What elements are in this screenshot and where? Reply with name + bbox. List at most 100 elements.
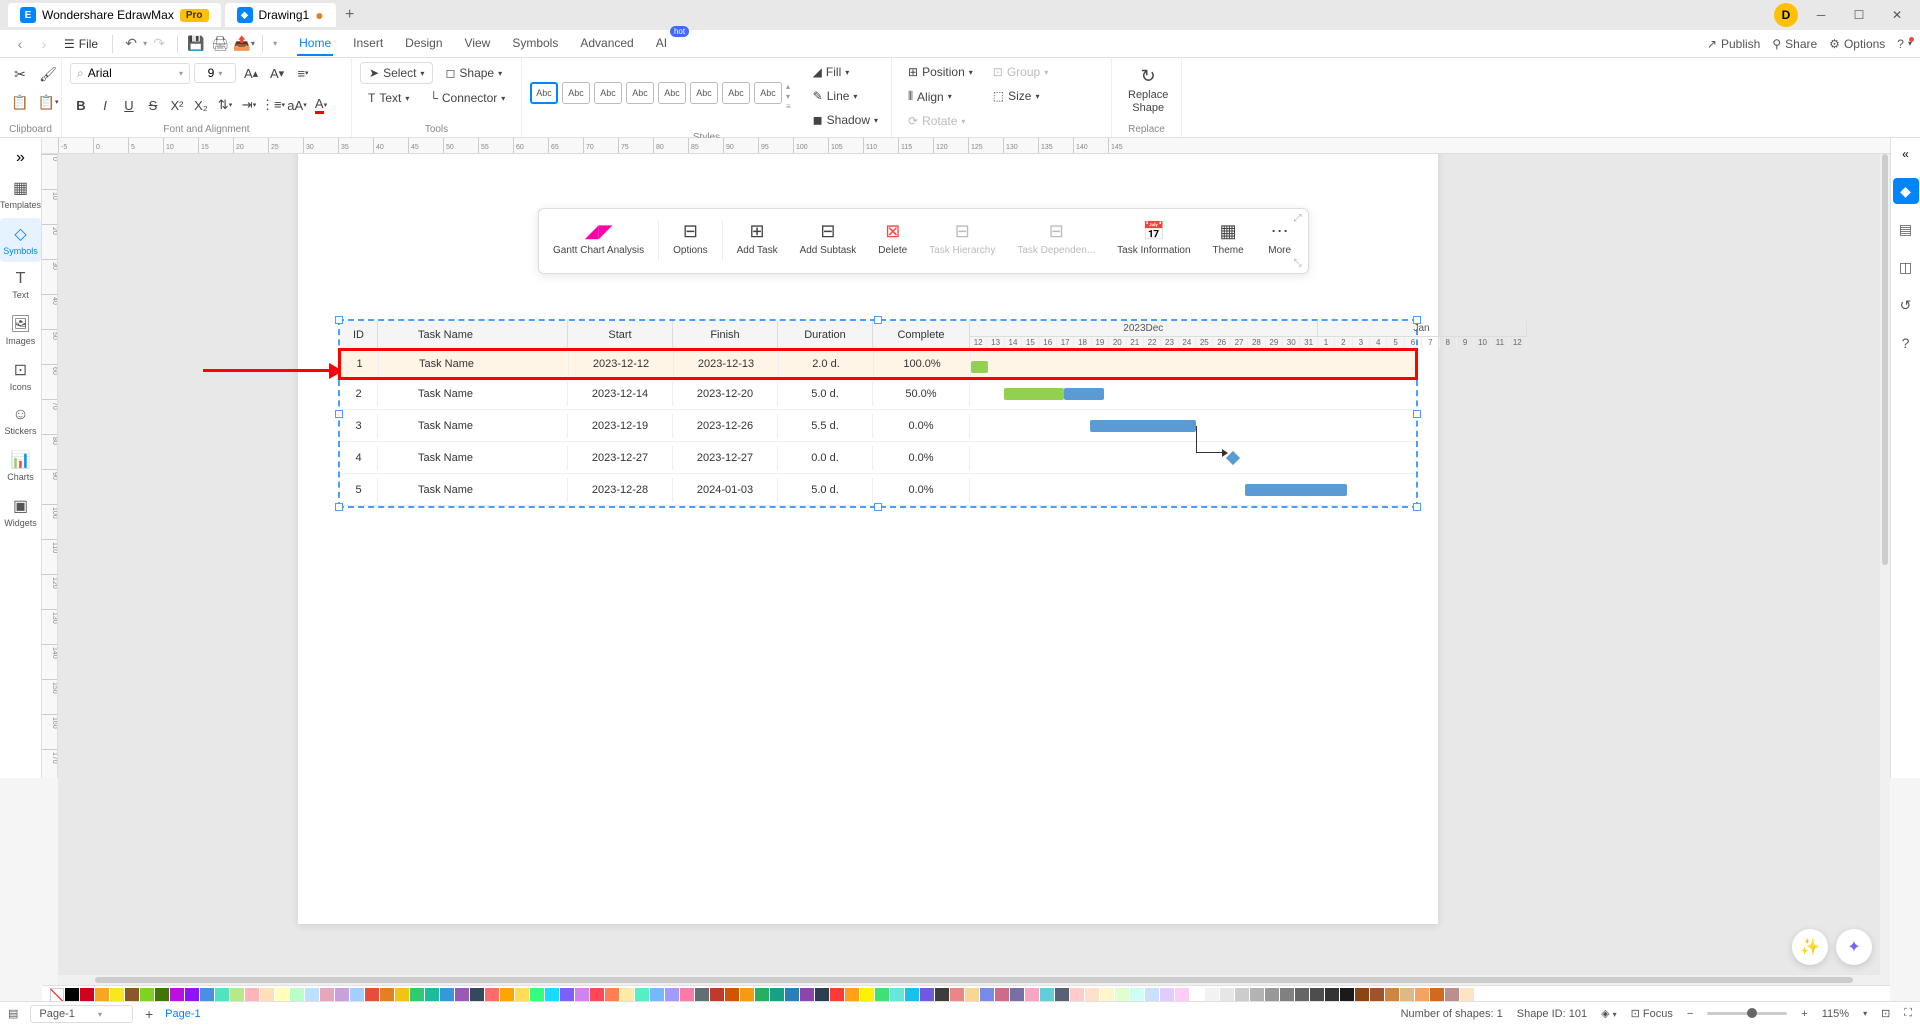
superscript-button[interactable]: X² <box>166 94 188 116</box>
color-swatch[interactable] <box>1085 988 1099 1002</box>
add-page-button[interactable]: + <box>145 1006 153 1022</box>
color-swatch[interactable] <box>1340 988 1354 1002</box>
group-button[interactable]: ⊡Group▾ <box>985 62 1056 82</box>
canvas-area[interactable]: ⤢ ⤡ ◢◤Gantt Chart Analysis ⊟Options ⊞Add… <box>58 154 1890 975</box>
sidebar-expand-button[interactable]: » <box>0 146 41 170</box>
color-swatch[interactable] <box>845 988 859 1002</box>
color-swatch[interactable] <box>1400 988 1414 1002</box>
user-avatar[interactable]: D <box>1774 3 1798 27</box>
cell-complete[interactable]: 100.0% <box>874 352 971 376</box>
color-swatch[interactable] <box>335 988 349 1002</box>
color-swatch[interactable] <box>380 988 394 1002</box>
color-swatch[interactable] <box>230 988 244 1002</box>
color-swatch[interactable] <box>470 988 484 1002</box>
rside-help-button[interactable]: ? <box>1893 330 1919 356</box>
cell-name[interactable]: Task Name <box>378 382 568 406</box>
help-button[interactable]: ? ▾ <box>1897 37 1912 51</box>
color-swatch[interactable] <box>995 988 1009 1002</box>
cell-complete[interactable]: 0.0% <box>873 446 970 470</box>
color-swatch[interactable] <box>290 988 304 1002</box>
gantt-row[interactable]: 4 Task Name 2023-12-27 2023-12-27 0.0 d.… <box>340 442 1416 474</box>
rside-history-button[interactable]: ↺ <box>1893 292 1919 318</box>
selection-handle[interactable] <box>1413 316 1421 324</box>
style-preset-2[interactable]: Abc <box>562 82 590 104</box>
style-preset-6[interactable]: Abc <box>690 82 718 104</box>
color-swatch[interactable] <box>860 988 874 1002</box>
document-tab[interactable]: ⬥ Drawing1 ● <box>225 3 336 27</box>
selection-handle[interactable] <box>335 410 343 418</box>
cell-duration[interactable]: 2.0 d. <box>779 352 874 376</box>
styles-scroll-up[interactable]: ▴ <box>786 82 791 91</box>
italic-button[interactable]: I <box>94 94 116 116</box>
task-dependency-button[interactable]: ⊟Task Dependen... <box>1007 217 1105 265</box>
color-swatch[interactable] <box>80 988 94 1002</box>
bullets-button[interactable]: ⋮≡▾ <box>262 94 284 116</box>
color-swatch[interactable] <box>215 988 229 1002</box>
color-swatch[interactable] <box>425 988 439 1002</box>
shape-button[interactable]: ◻ Shape ▾ <box>437 62 510 84</box>
size-button[interactable]: ⬚Size▾ <box>985 86 1056 106</box>
cell-start[interactable]: 2023-12-19 <box>568 414 673 438</box>
color-swatch[interactable] <box>140 988 154 1002</box>
color-swatch[interactable] <box>890 988 904 1002</box>
gantt-bar[interactable] <box>1090 420 1196 432</box>
cell-complete[interactable]: 0.0% <box>873 414 970 438</box>
color-swatch[interactable] <box>515 988 529 1002</box>
color-swatch[interactable] <box>920 988 934 1002</box>
rside-fill-button[interactable]: ◆ <box>1893 178 1919 204</box>
color-swatch[interactable] <box>65 988 79 1002</box>
cell-name[interactable]: Task Name <box>379 352 569 376</box>
sidebar-item-images[interactable]: 🖼Images <box>0 308 41 352</box>
color-swatch[interactable] <box>305 988 319 1002</box>
sidebar-item-charts[interactable]: 📊Charts <box>0 444 41 488</box>
color-swatch[interactable] <box>410 988 424 1002</box>
color-swatch[interactable] <box>1265 988 1279 1002</box>
color-swatch[interactable] <box>665 988 679 1002</box>
tab-view[interactable]: View <box>463 32 493 56</box>
color-swatch[interactable] <box>1430 988 1444 1002</box>
cell-start[interactable]: 2023-12-27 <box>568 446 673 470</box>
minimize-button[interactable]: ─ <box>1806 3 1836 27</box>
gantt-row[interactable]: 2 Task Name 2023-12-14 2023-12-20 5.0 d.… <box>340 378 1416 410</box>
text-case-button[interactable]: aA▾ <box>286 94 308 116</box>
cell-complete[interactable]: 50.0% <box>873 382 970 406</box>
fit-page-button[interactable]: ⊡ <box>1881 1007 1890 1020</box>
tab-insert[interactable]: Insert <box>351 32 385 56</box>
gantt-bar-area[interactable] <box>970 474 1416 505</box>
gantt-bar-area[interactable] <box>970 410 1416 441</box>
gantt-options-button[interactable]: ⊟Options <box>663 217 717 265</box>
color-swatch[interactable] <box>500 988 514 1002</box>
color-swatch[interactable] <box>1310 988 1324 1002</box>
color-swatch[interactable] <box>1025 988 1039 1002</box>
cell-duration[interactable]: 5.0 d. <box>778 382 873 406</box>
color-swatch[interactable] <box>770 988 784 1002</box>
gantt-row[interactable]: 3 Task Name 2023-12-19 2023-12-26 5.5 d.… <box>340 410 1416 442</box>
bold-button[interactable]: B <box>70 94 92 116</box>
sidebar-item-stickers[interactable]: ☺Stickers <box>0 400 41 442</box>
cell-start[interactable]: 2023-12-12 <box>569 352 674 376</box>
outline-icon[interactable]: ▤ <box>8 1007 18 1020</box>
gantt-row[interactable]: 1 Task Name 2023-12-12 2023-12-13 2.0 d.… <box>338 348 1418 380</box>
scrollbar-horizontal[interactable] <box>58 975 1890 985</box>
tab-home[interactable]: Home <box>297 32 333 56</box>
color-swatch[interactable] <box>1325 988 1339 1002</box>
scrollbar-vertical[interactable] <box>1880 154 1890 975</box>
gantt-chart[interactable]: ID Task Name Start Finish Duration Compl… <box>338 319 1418 508</box>
color-swatch[interactable] <box>1460 988 1474 1002</box>
color-swatch[interactable] <box>1160 988 1174 1002</box>
cell-finish[interactable]: 2023-12-20 <box>673 382 778 406</box>
print-button[interactable]: 🖨 <box>208 32 232 56</box>
connector-button[interactable]: └ Connector ▾ <box>421 88 513 108</box>
cell-start[interactable]: 2023-12-28 <box>568 478 673 502</box>
rside-page-button[interactable]: ▤ <box>1893 216 1919 242</box>
color-swatch[interactable] <box>935 988 949 1002</box>
styles-scroll-down[interactable]: ▾ <box>786 92 791 101</box>
color-swatch[interactable] <box>1010 988 1024 1002</box>
sidebar-item-templates[interactable]: ▦Templates <box>0 172 41 216</box>
color-swatch[interactable] <box>170 988 184 1002</box>
color-swatch[interactable] <box>365 988 379 1002</box>
tab-design[interactable]: Design <box>403 32 444 56</box>
zoom-in-button[interactable]: + <box>1801 1008 1807 1020</box>
style-preset-5[interactable]: Abc <box>658 82 686 104</box>
color-swatch[interactable] <box>485 988 499 1002</box>
